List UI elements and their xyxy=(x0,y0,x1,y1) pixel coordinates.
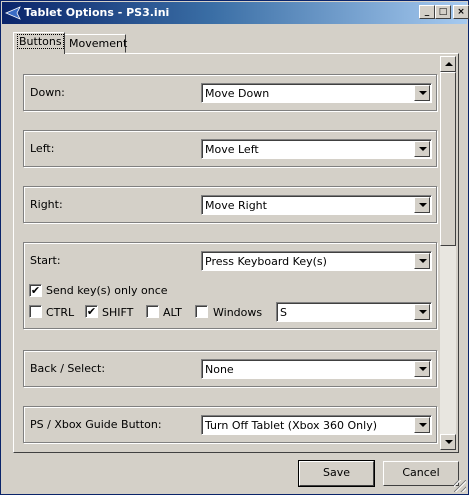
back-select-label: Back / Select: xyxy=(30,362,106,375)
start-label: Start: xyxy=(30,254,61,267)
left-action-value: Move Left xyxy=(205,143,259,156)
scrollbar-thumb[interactable] xyxy=(440,72,456,246)
chevron-down-icon[interactable] xyxy=(414,197,430,213)
window-title: Tablet Options - PS3.ini xyxy=(24,6,170,19)
resize-grip[interactable] xyxy=(454,480,466,492)
group-guide-button: PS / Xbox Guide Button: Turn Off Tablet … xyxy=(23,406,437,443)
down-action-value: Move Down xyxy=(205,87,270,100)
alt-checkbox[interactable] xyxy=(146,305,159,318)
tab-movement-label: Movement xyxy=(69,37,128,50)
cancel-button[interactable]: Cancel xyxy=(383,461,459,486)
guide-button-action-value: Turn Off Tablet (Xbox 360 Only) xyxy=(205,419,377,432)
group-back-select: Back / Select: None xyxy=(23,350,437,387)
key-select[interactable]: S xyxy=(276,302,432,322)
vertical-scrollbar[interactable] xyxy=(440,56,456,450)
group-down: Down: Move Down xyxy=(23,74,437,111)
chevron-down-icon[interactable] xyxy=(414,417,430,433)
alt-label: ALT xyxy=(163,306,182,319)
start-action-select[interactable]: Press Keyboard Key(s) xyxy=(201,251,432,271)
tablet-options-window: Tablet Options - PS3.ini _ □ × Buttons M… xyxy=(0,0,469,495)
tab-buttons[interactable]: Buttons xyxy=(13,32,65,54)
shift-label: SHIFT xyxy=(102,306,134,319)
close-button[interactable]: × xyxy=(453,5,469,19)
windows-label: Windows xyxy=(213,306,263,319)
save-button[interactable]: Save xyxy=(298,460,375,487)
back-select-action-value: None xyxy=(205,363,234,376)
right-action-value: Move Right xyxy=(205,199,267,212)
scroll-area: Down: Move Down Left: Move Left Right: M… xyxy=(16,56,440,450)
app-icon xyxy=(5,6,21,20)
chevron-down-icon[interactable] xyxy=(414,253,430,269)
back-select-action-select[interactable]: None xyxy=(201,359,432,379)
guide-button-action-select[interactable]: Turn Off Tablet (Xbox 360 Only) xyxy=(201,415,432,435)
key-value: S xyxy=(280,306,287,319)
chevron-down-icon[interactable] xyxy=(414,85,430,101)
group-left: Left: Move Left xyxy=(23,130,437,167)
scroll-down-button[interactable] xyxy=(440,434,456,450)
send-once-checkbox[interactable]: ✔ xyxy=(29,284,42,297)
down-label: Down: xyxy=(30,86,65,99)
down-action-select[interactable]: Move Down xyxy=(201,83,432,103)
chevron-down-icon[interactable] xyxy=(414,304,430,320)
minimize-button[interactable]: _ xyxy=(419,5,435,19)
shift-checkbox[interactable]: ✔ xyxy=(85,305,98,318)
left-action-select[interactable]: Move Left xyxy=(201,139,432,159)
ctrl-label: CTRL xyxy=(46,306,75,319)
right-action-select[interactable]: Move Right xyxy=(201,195,432,215)
left-label: Left: xyxy=(30,142,55,155)
send-once-label: Send key(s) only once xyxy=(46,284,168,297)
scroll-up-button[interactable] xyxy=(440,56,456,72)
group-start: Start: Press Keyboard Key(s) ✔ Send key(… xyxy=(23,242,437,329)
group-right: Right: Move Right xyxy=(23,186,437,223)
tab-movement[interactable]: Movement xyxy=(64,34,128,53)
start-action-value: Press Keyboard Key(s) xyxy=(205,255,327,268)
buttons-tab-panel: Down: Move Down Left: Move Left Right: M… xyxy=(13,53,459,453)
title-bar[interactable]: Tablet Options - PS3.ini _ □ × xyxy=(2,2,469,24)
ctrl-checkbox[interactable] xyxy=(29,305,42,318)
guide-button-label: PS / Xbox Guide Button: xyxy=(30,418,162,431)
windows-checkbox[interactable] xyxy=(195,305,208,318)
tab-buttons-label: Buttons xyxy=(17,34,64,49)
chevron-down-icon[interactable] xyxy=(414,141,430,157)
right-label: Right: xyxy=(30,198,63,211)
maximize-button[interactable]: □ xyxy=(435,5,451,19)
chevron-down-icon[interactable] xyxy=(414,361,430,377)
